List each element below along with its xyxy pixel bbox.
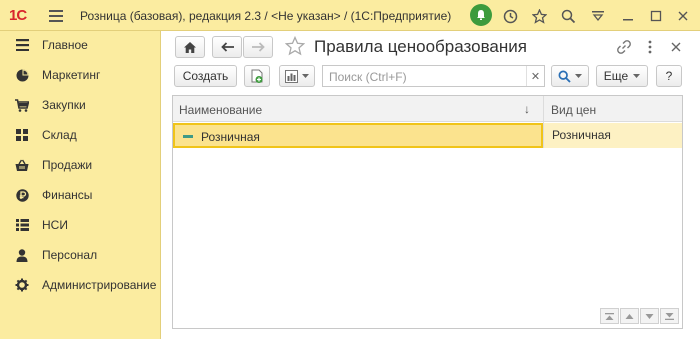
scroll-to-top-button[interactable] (600, 308, 619, 324)
create-button-label: Создать (182, 69, 229, 83)
sidebar-item-label: Закупки (42, 98, 86, 112)
maximize-icon[interactable] (646, 6, 666, 26)
window-title: Розница (базовая), редакция 2.3 / <Не ук… (80, 9, 452, 23)
link-icon[interactable] (616, 39, 632, 55)
scroll-down-icon (645, 313, 654, 319)
menu-lines-icon (14, 37, 30, 53)
arrow-left-icon (220, 42, 234, 52)
forward-button[interactable] (243, 36, 273, 58)
more-actions-icon[interactable] (646, 39, 654, 55)
cell-name-text: Розничная (201, 130, 260, 144)
search-icon (558, 70, 571, 83)
table-header: Наименование ↓ Вид цен (173, 96, 682, 122)
sidebar-item-label: НСИ (42, 218, 68, 232)
home-icon (184, 41, 196, 53)
ruble-icon (14, 187, 30, 203)
sidebar-item-marketing[interactable]: Маркетинг (0, 63, 160, 87)
form-title: Правила ценообразования (314, 37, 527, 56)
item-marker-icon (183, 135, 193, 138)
sections-sidebar: Главное Маркетинг Закупки Склад Продажи … (0, 31, 161, 339)
sidebar-item-warehouse[interactable]: Склад (0, 123, 160, 147)
scroll-up-icon (625, 313, 634, 319)
scroll-down-button[interactable] (640, 308, 659, 324)
notifications-bell-icon[interactable] (470, 4, 492, 26)
app-logo: 1С (9, 7, 27, 24)
sidebar-item-label: Персонал (42, 248, 98, 262)
search-placeholder: Поиск (Ctrl+F) (329, 70, 407, 84)
sidebar-item-finance[interactable]: Финансы (0, 183, 160, 207)
help-button[interactable]: ? (656, 65, 682, 87)
search-input[interactable]: Поиск (Ctrl+F) ✕ (322, 65, 545, 87)
sidebar-item-label: Главное (42, 38, 88, 52)
document-add-icon (251, 69, 262, 83)
back-button[interactable] (212, 36, 242, 58)
clear-search-icon[interactable]: ✕ (526, 66, 544, 86)
close-form-icon[interactable] (669, 40, 683, 54)
sidebar-item-personnel[interactable]: Персонал (0, 243, 160, 267)
chevron-down-icon (575, 74, 582, 78)
copy-button[interactable] (244, 65, 270, 87)
list-icon (14, 217, 30, 233)
scroll-top-icon (605, 312, 614, 320)
minimize-icon[interactable] (618, 6, 638, 26)
cell-price-type-text: Розничная (552, 128, 611, 142)
chevron-down-icon (633, 74, 641, 78)
gear-icon (14, 277, 30, 293)
create-button[interactable]: Создать (174, 65, 237, 87)
sidebar-item-nsi[interactable]: НСИ (0, 213, 160, 237)
history-icon[interactable] (500, 6, 520, 26)
sidebar-item-main[interactable]: Главное (0, 33, 160, 57)
column-header-price-type[interactable]: Вид цен (551, 103, 596, 117)
report-icon (285, 69, 298, 83)
price-rules-table[interactable]: Наименование ↓ Вид цен Розничная Розничн… (172, 95, 683, 329)
scroll-up-button[interactable] (620, 308, 639, 324)
sidebar-item-administration[interactable]: Администрирование (0, 273, 160, 297)
help-button-label: ? (665, 69, 673, 83)
sidebar-item-label: Финансы (42, 188, 93, 202)
sidebar-item-purchases[interactable]: Закупки (0, 93, 160, 117)
table-row[interactable]: Розничная Розничная (173, 123, 682, 148)
arrow-right-icon (251, 42, 265, 52)
column-divider (543, 96, 544, 148)
table-cell-name[interactable]: Розничная (173, 123, 543, 148)
main-menu-icon[interactable] (46, 6, 66, 26)
sidebar-item-label: Склад (42, 128, 77, 142)
sidebar-item-sales[interactable]: Продажи (0, 153, 160, 177)
pie-chart-icon (14, 67, 30, 83)
grid-icon (14, 127, 30, 143)
cart-icon (14, 97, 30, 113)
scroll-bottom-icon (665, 312, 674, 320)
search-button[interactable] (551, 65, 589, 87)
scroll-to-bottom-button[interactable] (660, 308, 679, 324)
more-button[interactable]: Еще (596, 65, 648, 87)
home-button[interactable] (175, 36, 205, 58)
sidebar-item-label: Продажи (42, 158, 93, 172)
sort-descending-icon[interactable]: ↓ (524, 102, 530, 116)
person-icon (14, 247, 30, 263)
close-icon[interactable] (673, 6, 693, 26)
favorite-star-icon[interactable] (284, 35, 306, 56)
basket-icon (14, 157, 30, 173)
report-menu-button[interactable] (279, 65, 315, 87)
sidebar-item-label: Администрирование (42, 278, 157, 292)
sidebar-item-label: Маркетинг (42, 68, 101, 82)
dropdown-menu-icon[interactable] (588, 6, 608, 26)
column-header-name[interactable]: Наименование (179, 103, 262, 117)
search-icon[interactable] (558, 6, 578, 26)
favorites-star-icon[interactable] (529, 6, 549, 26)
title-bar: 1С Розница (базовая), редакция 2.3 / <Не… (0, 0, 700, 31)
more-button-label: Еще (603, 69, 629, 83)
chevron-down-icon (302, 74, 309, 78)
